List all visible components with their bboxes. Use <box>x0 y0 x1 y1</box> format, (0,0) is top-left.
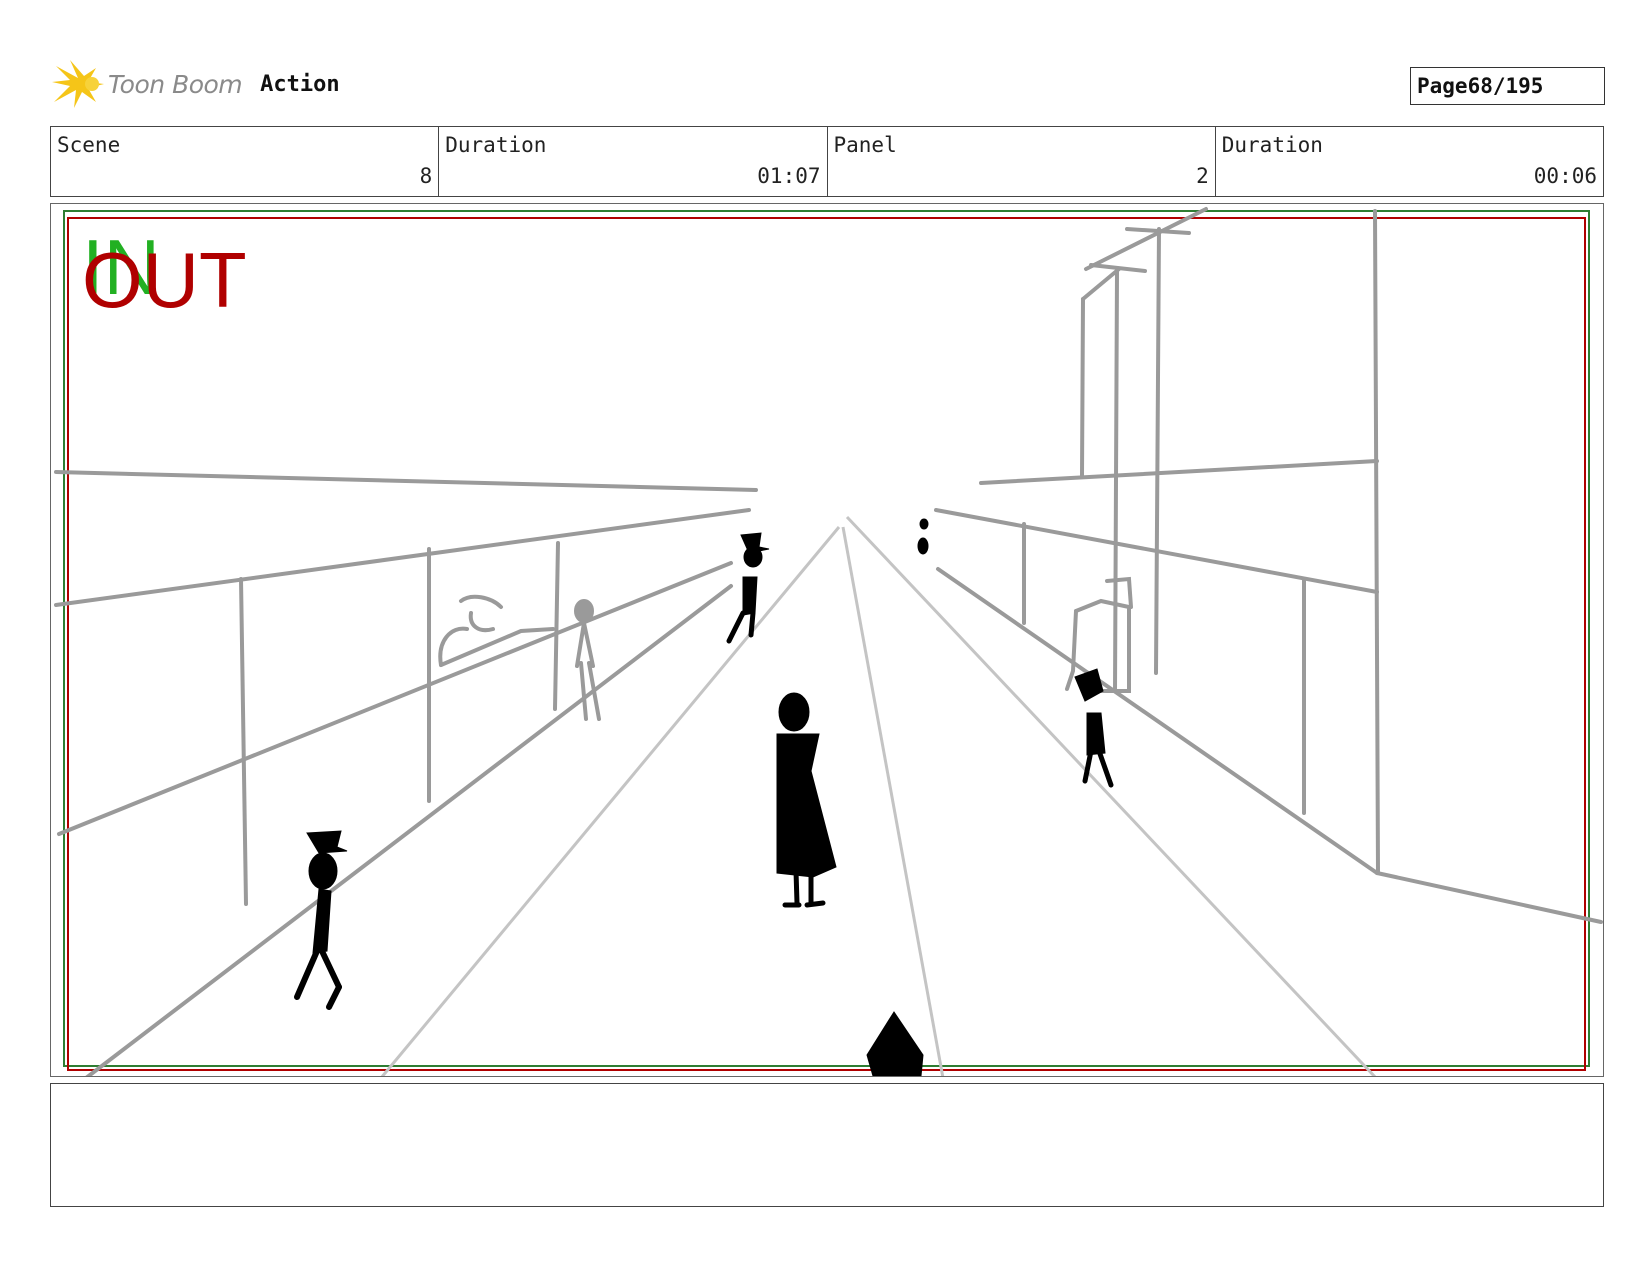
starburst-logo-icon <box>52 60 104 108</box>
panel-duration-value: 00:06 <box>1533 164 1597 188</box>
scene-cell: Scene 8 <box>51 127 440 196</box>
panel-value: 2 <box>1196 164 1209 188</box>
panel-label: Panel <box>833 133 897 157</box>
out-marker: OUT <box>82 236 247 324</box>
scene-value: 8 <box>419 164 433 188</box>
page-value: 68/195 <box>1467 74 1544 98</box>
figure-center-body <box>776 733 837 878</box>
caption-area <box>50 1083 1604 1207</box>
page-label: Page <box>1417 74 1468 98</box>
panel-cell: Panel 2 <box>828 127 1216 196</box>
figure-bottom <box>866 1011 924 1076</box>
panel-sketch <box>54 207 1603 1076</box>
buildings <box>54 207 1603 1076</box>
scene-duration-value: 01:07 <box>757 164 821 188</box>
scene-duration-label: Duration <box>445 133 547 157</box>
panel-duration-cell: Duration 00:06 <box>1216 127 1603 196</box>
storyboard-panel <box>50 203 1604 1077</box>
street-lines <box>380 515 1377 1076</box>
figure-center-head <box>778 692 810 732</box>
scene-label: Scene <box>57 133 121 157</box>
toon-boom-logo: Toon Boom Action <box>52 58 340 110</box>
figure-left-body <box>312 888 332 954</box>
figure-left-hat <box>306 830 348 854</box>
scene-duration-cell: Duration 01:07 <box>439 127 828 196</box>
figure-left-head <box>308 852 338 890</box>
safe-frame-green <box>63 210 1590 1067</box>
page-indicator: Page 68/195 <box>1410 67 1605 105</box>
panel-duration-label: Duration <box>1221 133 1323 157</box>
safe-frame-red <box>67 217 1586 1071</box>
brand-name: Toon Boom <box>108 69 243 99</box>
panel-info-row: Scene 8 Duration 01:07 Panel 2 Duration … <box>50 126 1604 197</box>
product-name: Action <box>260 71 340 97</box>
